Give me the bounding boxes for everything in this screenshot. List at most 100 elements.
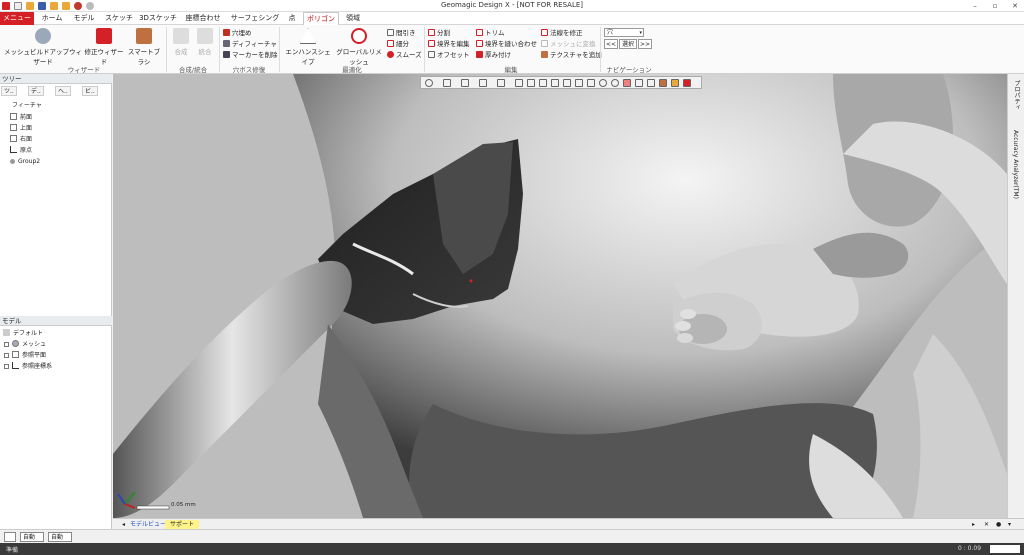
axes-icon (10, 146, 17, 153)
fix-normal-button[interactable]: 法線を修正 (541, 28, 583, 38)
mode-bar: 自動 自動 (0, 529, 1024, 543)
group-label-navigation: ナビゲーション (606, 66, 652, 74)
separator (219, 27, 220, 72)
3d-viewport[interactable]: 0.05 mm (113, 74, 1007, 518)
combine-icon (173, 28, 189, 44)
tab-menu-icon[interactable]: ▾ (1003, 520, 1016, 529)
select-all-icon[interactable] (599, 79, 607, 87)
tab-region[interactable]: 領域 (342, 12, 364, 25)
tree-item-default[interactable]: デフォルト (3, 329, 43, 338)
select-surface-icon[interactable] (647, 79, 655, 87)
defeature-button[interactable]: ディフィーチャ (223, 39, 277, 49)
subdivide-button[interactable]: 細分 (387, 39, 409, 49)
chevron-down-icon: ▾ (639, 30, 642, 36)
render-mode-icon[interactable] (479, 79, 487, 87)
select-brush-icon[interactable] (563, 79, 571, 87)
select-filter-icon[interactable] (683, 79, 691, 87)
fill-holes-button[interactable]: 穴埋め (223, 28, 252, 38)
status-coords: 0 : 0.09 (958, 545, 982, 552)
select-button[interactable]: 選択 (619, 39, 637, 49)
select-lasso-icon[interactable] (551, 79, 559, 87)
tree-item-top[interactable]: 上面 (10, 124, 32, 133)
tree-item-mesh[interactable]: メッシュ (4, 340, 46, 349)
decimate-button[interactable]: 間引き (387, 28, 416, 38)
split-icon (428, 29, 435, 36)
add-texture-button[interactable]: テクスチャを追加 (541, 50, 602, 60)
tab-view[interactable]: ビ.. (82, 86, 98, 96)
folder-icon (3, 329, 10, 336)
tab-display[interactable]: デ.. (28, 86, 44, 96)
tab-home[interactable]: ホーム (38, 12, 66, 25)
view-mode-icon[interactable] (425, 79, 433, 87)
edit-boundary-button[interactable]: 境界を編集 (428, 39, 470, 49)
subdivide-icon (387, 40, 394, 47)
global-remesh-button[interactable]: グローバルリメッシュ (334, 27, 384, 66)
tree-item-ref-plane[interactable]: 参照平面 (4, 351, 46, 360)
select-region-icon[interactable] (659, 79, 667, 87)
mesh-render[interactable] (113, 74, 1007, 518)
select-line-icon[interactable] (587, 79, 595, 87)
healing-wizard-button[interactable]: 修正ウィザード (84, 27, 124, 66)
remove-markers-icon (223, 51, 230, 58)
mesh-buildup-wizard-button[interactable]: メッシュビルドアップウィザード (4, 27, 82, 66)
select-visible-icon[interactable] (635, 79, 643, 87)
convert-to-mesh-button[interactable]: メッシュに変換 (541, 39, 596, 49)
close-button[interactable]: ✕ (1008, 1, 1022, 11)
selection-mode-icon[interactable] (4, 532, 16, 542)
stitch-boundary-button[interactable]: 境界を縫い合わせ (476, 39, 537, 49)
thicken-button[interactable]: 厚み付け (476, 50, 511, 60)
minimize-button[interactable]: – (968, 1, 982, 11)
auto-mode-select[interactable]: 自動 (20, 532, 44, 542)
select-polyline-icon[interactable] (539, 79, 547, 87)
tab-sketch[interactable]: スケッチ (103, 12, 135, 25)
combine-button[interactable]: 合成 (170, 27, 192, 60)
tab-alignment[interactable]: 座標合わせ (182, 12, 224, 25)
merge-button[interactable]: 統合 (194, 27, 216, 60)
tab-surfacing[interactable]: サーフェシング (229, 12, 281, 25)
maximize-button[interactable]: ▫ (988, 1, 1002, 11)
tree-item-front[interactable]: 前面 (10, 113, 32, 122)
sidebar-item-accuracy-analyzer[interactable]: Accuracy Analyzer(TM) (1012, 130, 1019, 199)
tab-point[interactable]: 点 (284, 12, 300, 25)
tree-panel: ツリー ツ.. デ.. ヘ.. ビ.. フィーチャ 前面 上面 右面 原点 Gr… (0, 74, 112, 529)
plane-icon (10, 113, 17, 120)
remove-markers-button[interactable]: マーカーを削除 (223, 50, 278, 60)
next-button[interactable]: >> (638, 39, 652, 49)
split-button[interactable]: 分割 (428, 28, 450, 38)
enhance-shape-button[interactable]: エンハンスシェイプ (283, 27, 333, 66)
view-cube-icon[interactable] (443, 79, 451, 87)
select-connected-icon[interactable] (611, 79, 619, 87)
scale-label: 0.05 mm (171, 502, 196, 508)
trim-button[interactable]: トリム (476, 28, 505, 38)
tree-item-ref-coord[interactable]: 参照座標系 (4, 362, 52, 371)
smart-brush-button[interactable]: スマートブラシ (125, 27, 163, 66)
prev-button[interactable]: << (604, 39, 618, 49)
ribbon: メッシュビルドアップウィザード 修正ウィザード スマートブラシ ウィザード 合成… (0, 25, 1024, 74)
trim-icon (476, 29, 483, 36)
auto-mode2-select[interactable]: 自動 (48, 532, 72, 542)
offset-button[interactable]: オフセット (428, 50, 470, 60)
select-rect-icon[interactable] (515, 79, 523, 87)
navigation-select[interactable]: 穴 ▾ (604, 28, 644, 37)
smooth-button[interactable]: スムーズ (387, 50, 422, 60)
tab-help[interactable]: ヘ.. (55, 86, 71, 96)
group-label-wizard: ウィザード (67, 66, 101, 74)
tree-item-group2[interactable]: Group2 (10, 157, 40, 166)
mesh-display-icon[interactable] (497, 79, 505, 87)
sidebar-item-properties[interactable]: プロパティ (1012, 80, 1021, 110)
select-through-icon[interactable] (623, 79, 631, 87)
tab-polygon[interactable]: ポリゴン (303, 12, 339, 26)
tree-item-right[interactable]: 右面 (10, 135, 32, 144)
select-circle-icon[interactable] (575, 79, 583, 87)
tab-3dsketch[interactable]: 3Dスケッチ (139, 12, 177, 25)
plane-icon (10, 135, 17, 142)
tab-menu[interactable]: メニュー (0, 12, 34, 25)
tree-item-origin[interactable]: 原点 (10, 146, 32, 155)
offset-icon (428, 51, 435, 58)
camera-icon[interactable] (461, 79, 469, 87)
tab-support[interactable]: サポート (165, 520, 200, 529)
tab-model[interactable]: モデル (70, 12, 98, 25)
tab-tree[interactable]: ツ.. (1, 86, 17, 96)
select-window-icon[interactable] (527, 79, 535, 87)
select-vertex-icon[interactable] (671, 79, 679, 87)
